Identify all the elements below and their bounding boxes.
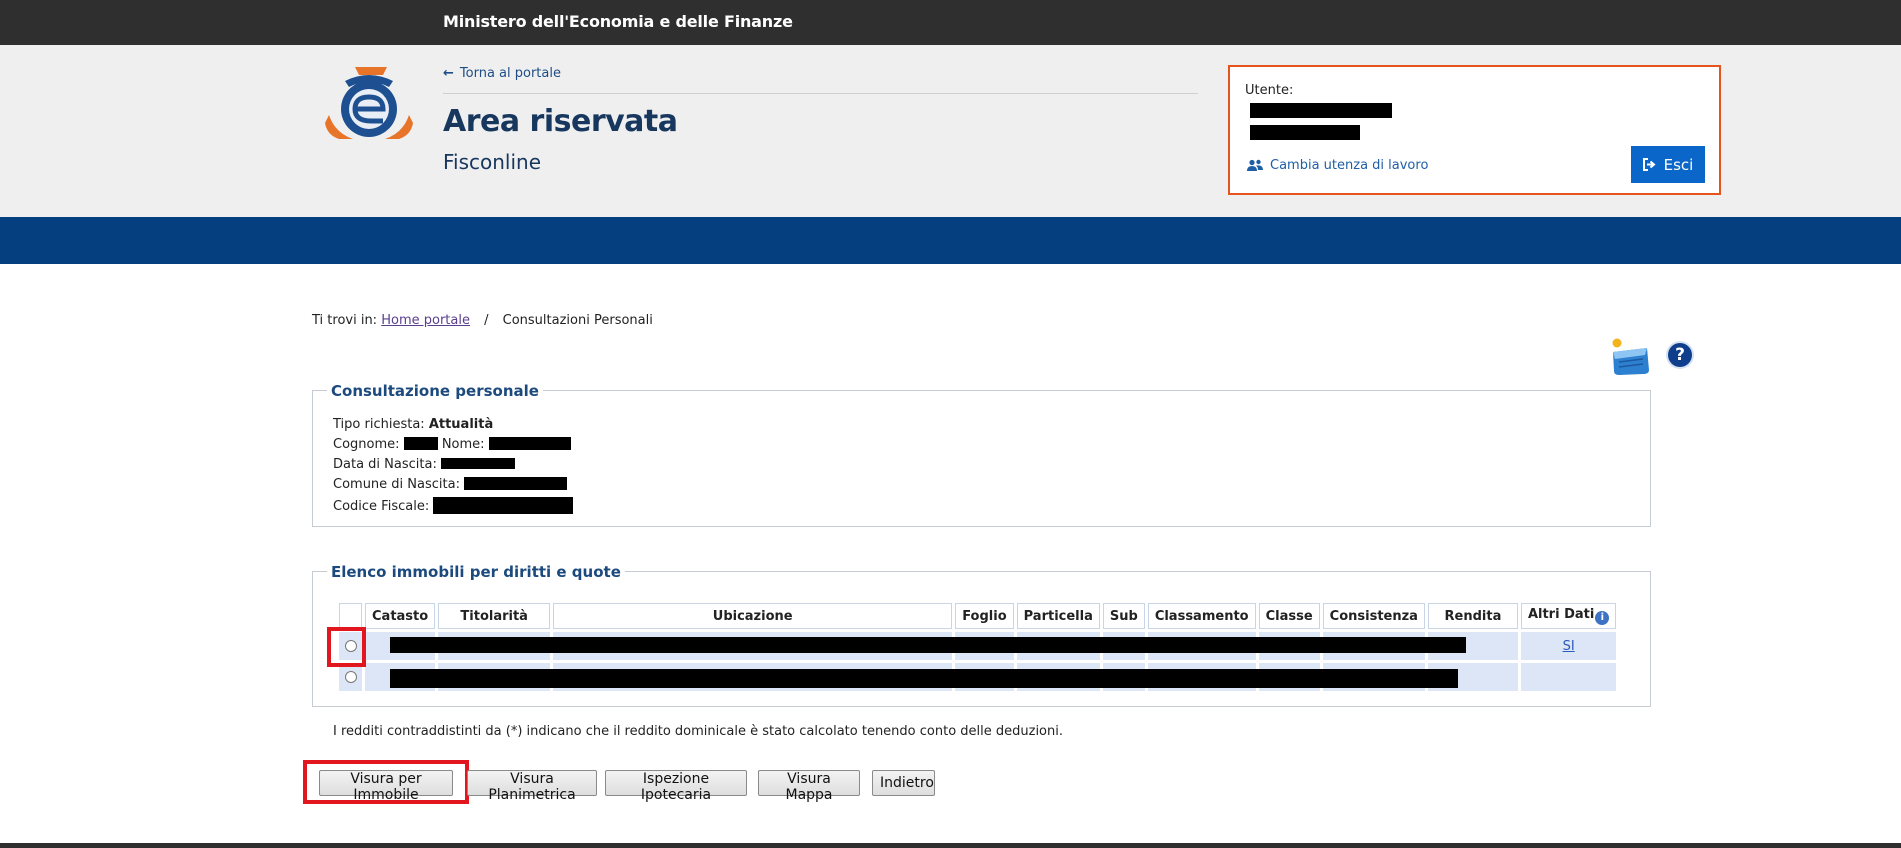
ministry-bar: Ministero dell'Economia e delle Finanze xyxy=(0,0,1901,45)
firstname-label: Nome: xyxy=(441,437,485,452)
help-icon[interactable]: ? xyxy=(1668,343,1692,367)
column-header-rendita: Rendita xyxy=(1427,603,1518,629)
altri-dati-cell: SI xyxy=(1520,632,1617,660)
tax-code-label: Codice Fiscale: xyxy=(333,499,430,514)
change-user-link[interactable]: Cambia utenza di lavoro xyxy=(1247,158,1428,173)
back-to-portal-link[interactable]: ← Torna al portale xyxy=(443,66,561,81)
request-type-line: Tipo richiesta: Attualità xyxy=(333,417,493,432)
user-label: Utente: xyxy=(1245,83,1294,98)
column-header-consistenza: Consistenza xyxy=(1322,603,1425,629)
request-type-value: Attualità xyxy=(428,417,494,432)
redacted-user-name xyxy=(1250,103,1392,118)
personal-consultation-legend: Consultazione personale xyxy=(327,382,543,400)
logout-label: Esci xyxy=(1663,155,1694,174)
property-list-legend: Elenco immobili per diritti e quote xyxy=(327,563,625,581)
birth-date-line: Data di Nascita: xyxy=(333,457,515,472)
surname-label: Cognome: xyxy=(333,437,400,452)
request-type-label: Tipo richiesta: xyxy=(333,417,425,432)
breadcrumb: Ti trovi in: Home portale / Consultazion… xyxy=(312,313,653,328)
redacted-birth-place xyxy=(464,477,568,490)
ministry-name: Ministero dell'Economia e delle Finanze xyxy=(443,12,793,31)
breadcrumb-separator: / xyxy=(484,313,489,328)
redacted-firstname xyxy=(488,437,571,450)
breadcrumb-prefix: Ti trovi in: xyxy=(312,313,378,328)
redacted-tax-code xyxy=(433,497,574,514)
agency-logo xyxy=(325,67,413,139)
redacted-row-1 xyxy=(390,637,1466,653)
column-header-classamento: Classamento xyxy=(1147,603,1256,629)
column-header-altri-dati: Altri Dati i xyxy=(1520,603,1617,629)
logout-icon xyxy=(1642,158,1656,171)
change-user-label: Cambia utenza di lavoro xyxy=(1270,158,1429,173)
page-subtitle: Fisconline xyxy=(443,150,542,174)
users-icon xyxy=(1247,159,1263,171)
page-title: Area riservata xyxy=(443,104,678,139)
cart-icon[interactable] xyxy=(1609,338,1651,376)
deduction-note: I redditi contraddistinti da (*) indican… xyxy=(333,724,1063,739)
visura-planimetrica-button[interactable]: Visura Planimetrica xyxy=(467,770,597,803)
row-select-cell xyxy=(339,663,362,691)
tax-code-line: Codice Fiscale: xyxy=(333,497,574,514)
visura-immobile-button[interactable]: Visura per Immobile xyxy=(319,770,453,803)
column-header-ubicazione: Ubicazione xyxy=(553,603,953,629)
altri-dati-label: Altri Dati xyxy=(1527,607,1595,622)
column-header-catasto: Catasto xyxy=(365,603,436,629)
back-button[interactable]: Indietro xyxy=(872,770,935,796)
table-cell xyxy=(1520,663,1617,691)
info-icon[interactable]: i xyxy=(1595,611,1610,625)
redacted-birth-date xyxy=(440,458,515,469)
back-link-label: Torna al portale xyxy=(459,66,561,81)
column-header-select xyxy=(339,603,362,629)
column-header-sub: Sub xyxy=(1102,603,1145,629)
footer-bar xyxy=(0,843,1901,848)
ispezione-ipotecaria-button[interactable]: Ispezione Ipotecaria xyxy=(605,770,747,803)
personal-consultation-panel: Consultazione personale Tipo richiesta: … xyxy=(312,382,1651,527)
column-header-foglio: Foglio xyxy=(955,603,1014,629)
arrow-left-icon: ← xyxy=(443,66,454,81)
name-line: Cognome: Nome: xyxy=(333,437,571,452)
column-header-particella: Particella xyxy=(1016,603,1100,629)
logout-button[interactable]: Esci xyxy=(1631,146,1705,183)
column-header-classe: Classe xyxy=(1258,603,1320,629)
breadcrumb-current: Consultazioni Personali xyxy=(502,313,653,328)
visura-mappa-button[interactable]: Visura Mappa xyxy=(758,770,860,803)
birth-place-line: Comune di Nascita: xyxy=(333,477,568,492)
birth-date-label: Data di Nascita: xyxy=(333,457,437,472)
header-band xyxy=(0,217,1901,264)
redacted-user-id xyxy=(1250,125,1360,140)
birth-place-label: Comune di Nascita: xyxy=(333,477,460,492)
header-divider xyxy=(443,93,1198,94)
redacted-row-2 xyxy=(390,669,1458,688)
table-header-row: Catasto Titolarità Ubicazione Foglio Par… xyxy=(339,603,1617,629)
breadcrumb-home-link[interactable]: Home portale xyxy=(381,313,470,328)
property-radio-2[interactable] xyxy=(344,670,357,683)
column-header-titolarita: Titolarità xyxy=(438,603,551,629)
highlight-radio-marker xyxy=(327,627,366,667)
redacted-surname xyxy=(403,437,438,450)
user-panel: Utente: Cambia utenza di lavoro Esci xyxy=(1228,65,1721,195)
altri-dati-link[interactable]: SI xyxy=(1563,639,1575,654)
